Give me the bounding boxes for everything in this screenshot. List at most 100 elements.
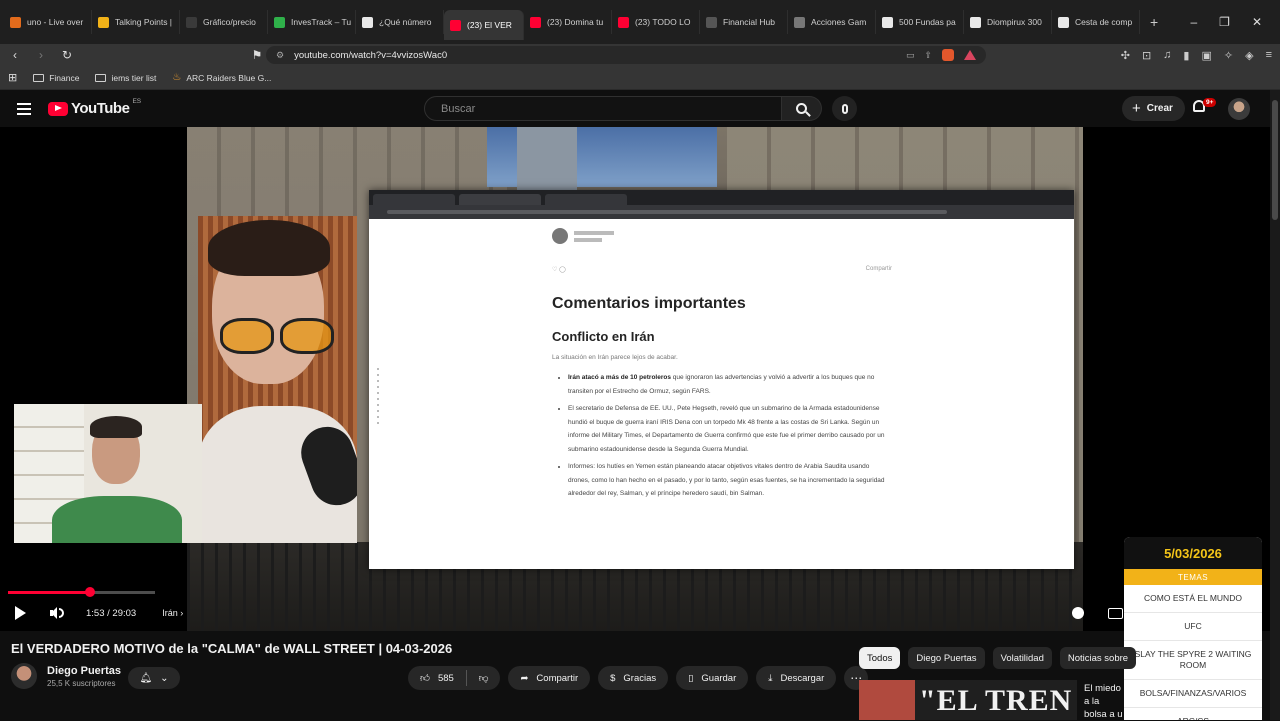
new-tab-button[interactable]: + bbox=[1140, 14, 1168, 30]
doc-intro: La situación en Irán parece lejos de aca… bbox=[552, 354, 678, 361]
volume-icon[interactable] bbox=[50, 607, 64, 619]
video-player[interactable]: ♡ ◯ Compartir Comentarios importantes Co… bbox=[0, 127, 1270, 631]
browser-tab[interactable]: Gráfico/precio bbox=[180, 10, 268, 34]
like-count: 585 bbox=[437, 672, 454, 684]
dislike-button[interactable]: 👎︎ bbox=[467, 666, 501, 690]
browser-tab[interactable]: 500 Fundas pa bbox=[876, 10, 964, 34]
tab-favicon-icon bbox=[362, 16, 373, 28]
notifications-badge: 9+ bbox=[1203, 98, 1217, 107]
doc-bullet: El secretario de Defensa de EE. UU., Pet… bbox=[568, 402, 892, 456]
share-icon[interactable]: ⇪ bbox=[924, 50, 932, 61]
microphone-icon bbox=[841, 103, 848, 114]
progress-bar[interactable] bbox=[8, 587, 155, 597]
browser-tab[interactable]: uno - Live over bbox=[4, 10, 92, 34]
bookmark-label: ARC Raiders Blue G... bbox=[186, 72, 272, 83]
cast-icon[interactable]: ▭ bbox=[906, 50, 915, 61]
doc-url-bar bbox=[369, 205, 1074, 219]
chip-diego-puertas[interactable]: Diego Puertas bbox=[908, 647, 985, 669]
address-bar-row: ‹ › ↻ ⚑ ⚙ youtube.com/watch?v=4vvizosWac… bbox=[0, 44, 1280, 66]
save-label: Guardar bbox=[701, 672, 737, 684]
fire-icon: ♨ bbox=[172, 72, 182, 83]
channel-avatar[interactable] bbox=[11, 663, 37, 689]
progress-knob[interactable] bbox=[85, 587, 96, 597]
reload-icon[interactable]: ↻ bbox=[60, 48, 74, 62]
tab-title: Gráfico/precio bbox=[203, 17, 256, 27]
doc-like-icon: ♡ ◯ bbox=[552, 267, 566, 273]
account-avatar[interactable] bbox=[1228, 98, 1250, 120]
doc-browser-tabs bbox=[369, 190, 1074, 205]
bookmark-finance[interactable]: Finance bbox=[33, 73, 79, 83]
guide-menu-icon[interactable] bbox=[17, 102, 31, 115]
youtube-play-icon bbox=[48, 101, 68, 116]
search-input[interactable] bbox=[424, 96, 782, 121]
omnibox-actions: ▭ ⇪ bbox=[906, 49, 976, 61]
doc-author-avatar bbox=[552, 228, 568, 244]
browser-tab[interactable]: Diompirux 300 bbox=[964, 10, 1052, 34]
brave-rewards-icon[interactable] bbox=[964, 50, 976, 60]
tab-favicon-icon bbox=[618, 16, 629, 28]
recommended-video-title[interactable]: El miedo a la bolsa a u bbox=[1084, 682, 1124, 721]
search-button[interactable] bbox=[782, 96, 822, 121]
thumbs-up-icon: 👍︎ bbox=[420, 673, 430, 684]
extensions-icon[interactable]: ✣ bbox=[1121, 49, 1130, 62]
download-button[interactable]: ⤓ Descargar bbox=[756, 666, 837, 690]
subscription-button[interactable]: 🔔︎ ⌄ bbox=[128, 667, 180, 689]
thanks-button[interactable]: $ Gracias bbox=[598, 666, 669, 690]
site-info-icon[interactable]: ⚙ bbox=[276, 50, 284, 61]
bookmark-arc-raiders[interactable]: ♨ ARC Raiders Blue G... bbox=[172, 72, 271, 83]
apps-grid-icon[interactable]: ⊞ bbox=[8, 71, 17, 84]
play-icon[interactable] bbox=[15, 606, 26, 620]
back-icon[interactable]: ‹ bbox=[8, 48, 22, 62]
browser-tab[interactable]: Acciones Gam bbox=[788, 10, 876, 34]
browser-tab[interactable]: (23) El VER✕ bbox=[444, 10, 524, 40]
browser-tab[interactable]: (23) TODO LO bbox=[612, 10, 700, 34]
leo-icon[interactable]: ✧ bbox=[1224, 49, 1233, 62]
browser-tab[interactable]: Financial Hub bbox=[700, 10, 788, 34]
sidebar-icon[interactable]: ▮ bbox=[1183, 49, 1189, 62]
overlay-topic: Bolsa/Finanzas/Varios bbox=[1124, 680, 1262, 708]
brave-shield-icon[interactable] bbox=[942, 49, 954, 61]
doc-bullet: Informes: los hutíes en Yemen están plan… bbox=[568, 460, 892, 501]
chapter-button[interactable]: Irán › bbox=[162, 608, 183, 618]
time-display: 1:53 / 29:03 bbox=[86, 607, 137, 619]
like-button[interactable]: 👍︎ 585 bbox=[408, 666, 466, 690]
thanks-icon: $ bbox=[610, 672, 616, 684]
share-arrow-icon: ➦ bbox=[520, 672, 529, 684]
browser-tab[interactable]: ¿Qué número bbox=[356, 10, 444, 34]
create-button[interactable]: + Crear bbox=[1122, 96, 1185, 121]
restore-icon[interactable]: ❐ bbox=[1219, 15, 1230, 29]
share-button[interactable]: ➦ Compartir bbox=[508, 666, 591, 690]
page-scrollbar[interactable] bbox=[1270, 90, 1280, 720]
doc-section-title: Conflicto en Irán bbox=[552, 329, 655, 344]
browser-tab[interactable]: (23) Domina tu bbox=[524, 10, 612, 34]
browser-tab[interactable]: Talking Points | bbox=[92, 10, 180, 34]
save-button[interactable]: ▯ Guardar bbox=[676, 666, 749, 690]
subtitles-icon[interactable] bbox=[1108, 607, 1123, 619]
wallet-icon[interactable]: ▣ bbox=[1201, 49, 1211, 62]
channel-name[interactable]: Diego Puertas bbox=[47, 665, 121, 677]
minimize-icon[interactable]: – bbox=[1190, 15, 1197, 29]
forward-icon[interactable]: › bbox=[34, 48, 48, 62]
window-controls: – ❐ ✕ bbox=[1190, 15, 1276, 29]
chip-todos[interactable]: Todos bbox=[859, 647, 901, 669]
tab-title: (23) El VER bbox=[467, 20, 512, 30]
chip-volatilidad[interactable]: Volatilidad bbox=[992, 647, 1052, 669]
download-label: Descargar bbox=[780, 672, 825, 684]
chip-noticias[interactable]: Noticias sobre bbox=[1059, 647, 1137, 669]
url-bar[interactable]: ⚙ youtube.com/watch?v=4vvizosWac0 ▭ ⇪ bbox=[266, 46, 986, 64]
bookmark-iems[interactable]: iems tier list bbox=[95, 73, 156, 83]
recommended-video-thumbnail[interactable]: "EL TREN bbox=[859, 680, 1077, 720]
close-window-icon[interactable]: ✕ bbox=[1252, 15, 1262, 29]
browser-tab[interactable]: InvesTrack – Tu bbox=[268, 10, 356, 34]
tab-title: Talking Points | bbox=[115, 17, 173, 27]
bookmark-icon[interactable]: ⚑ bbox=[250, 48, 264, 62]
youtube-logo[interactable]: YouTube ES bbox=[48, 98, 141, 117]
autoplay-toggle-icon[interactable] bbox=[1072, 607, 1084, 619]
media-icon[interactable]: ♫ bbox=[1163, 49, 1171, 62]
browser-tab[interactable]: Cesta de comp bbox=[1052, 10, 1140, 34]
scrollbar-thumb[interactable] bbox=[1272, 100, 1278, 220]
vpn-icon[interactable]: ◈ bbox=[1245, 49, 1253, 62]
screenshot-icon[interactable]: ⊡ bbox=[1142, 49, 1151, 62]
menu-icon[interactable]: ≡ bbox=[1266, 49, 1272, 62]
voice-search-button[interactable] bbox=[832, 96, 857, 121]
